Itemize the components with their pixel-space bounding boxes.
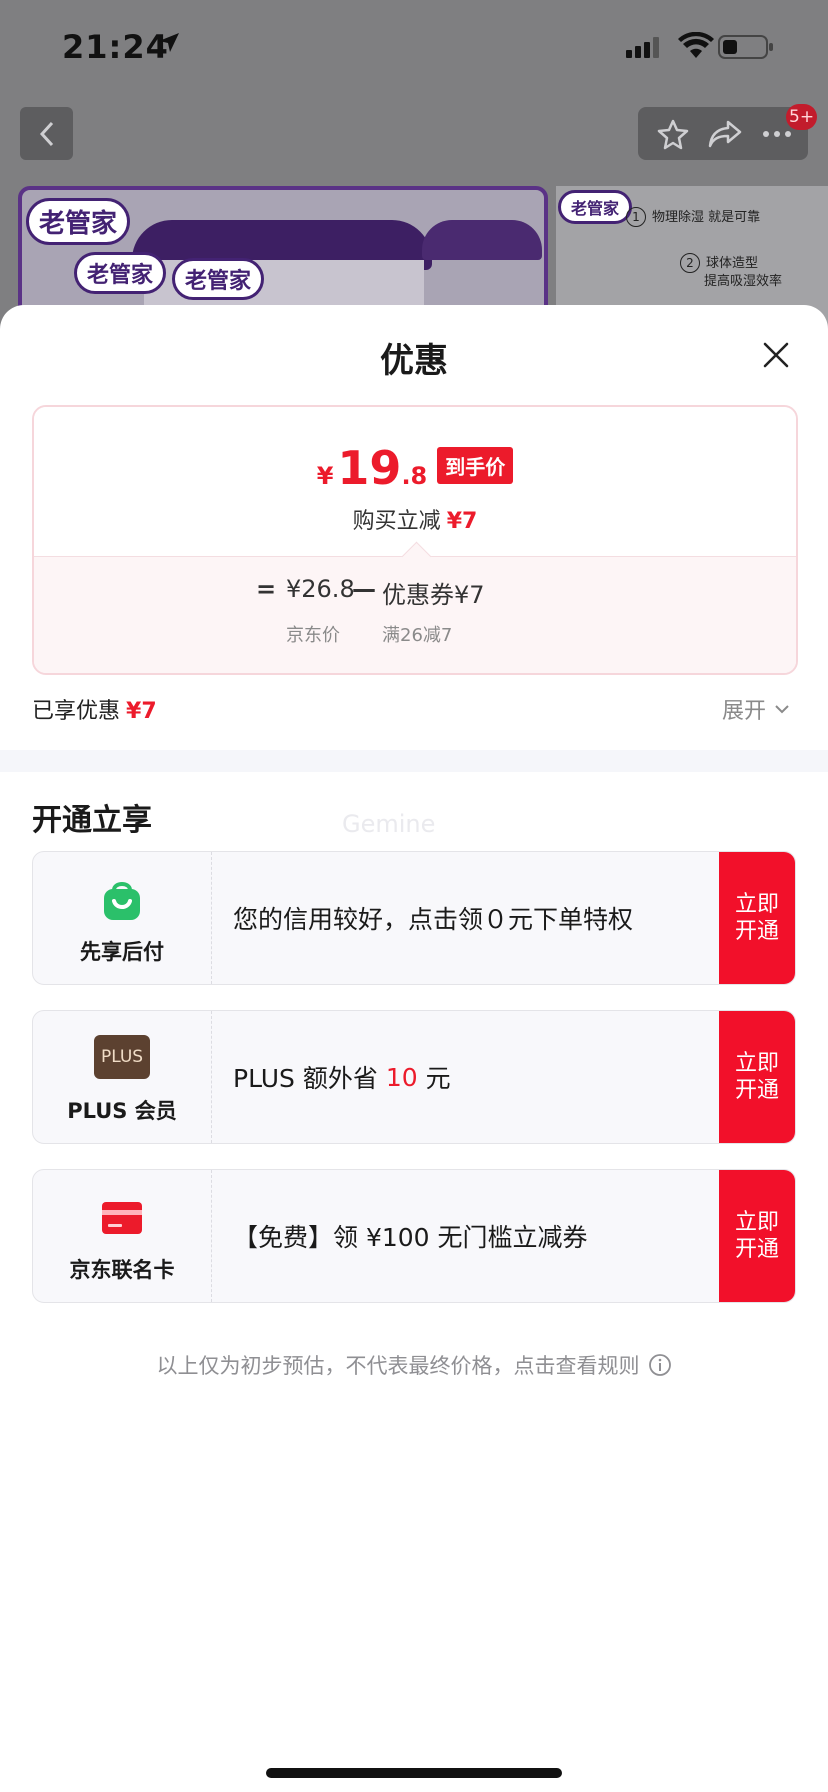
final-price-area: ¥ 19 .8 到手价 购买立减 ¥7 (34, 407, 796, 556)
final-price: ¥ 19 .8 到手价 (34, 441, 796, 495)
status-time: 21:24 (62, 28, 169, 66)
disclaimer-text: 以上仅为初步预估，不代表最终价格，点击查看规则 (156, 1354, 640, 1378)
offer-description: 您的信用较好，点击领０元下单特权 (233, 905, 634, 934)
section-title: 开通立享 (32, 803, 152, 838)
enjoyed-label: 已享优惠 (32, 699, 121, 724)
offer-description: 【免费】领 ¥100 无门槛立减券 (233, 1223, 588, 1252)
jd-price-label: 京东价 (286, 625, 340, 646)
offer-label: PLUS 会员 (67, 1099, 177, 1123)
offer-text-post: 元 (417, 1064, 451, 1093)
share-icon (708, 120, 741, 147)
offer-left-panel: 先享后付 (33, 852, 212, 984)
coupon-value: 优惠券¥7 (382, 581, 485, 609)
expand-toggle[interactable]: 展开 (722, 693, 790, 725)
reduction-label: 购买立减 (352, 509, 441, 534)
more-dots-icon (762, 130, 791, 137)
share-button[interactable] (698, 107, 751, 160)
watermark: Gemine (342, 810, 436, 838)
discount-sheet: 优惠 ¥ 19 .8 到手价 购买立减 ¥7 = ¥26.8 — 优惠券¥7 京东… (0, 305, 828, 1792)
offer-label: 先享后付 (80, 940, 164, 964)
offer-text-pre: PLUS 额外省 (233, 1064, 386, 1093)
favorite-button[interactable] (646, 107, 699, 160)
plus-badge-icon: PLUS (94, 1035, 150, 1079)
rules-disclaimer-link[interactable]: 以上仅为初步预估，不代表最终价格，点击查看规则 (0, 1350, 828, 1380)
activate-button[interactable]: 立即开通 (719, 1011, 795, 1143)
activate-button[interactable]: 立即开通 (719, 852, 795, 984)
status-bar: 21:24 (0, 0, 828, 90)
close-icon (763, 342, 789, 368)
price-breakdown-card: ¥ 19 .8 到手价 购买立减 ¥7 = ¥26.8 — 优惠券¥7 京东价 满… (32, 405, 798, 675)
offer-left-panel: 京东联名卡 (33, 1170, 212, 1302)
offer-left-panel: PLUS PLUS 会员 (33, 1011, 212, 1143)
offer-card-plus[interactable]: PLUS PLUS 会员 PLUS 额外省 10 元 立即开通 (32, 1010, 796, 1144)
final-price-tag: 到手价 (437, 447, 514, 484)
jd-price-value: ¥26.8 (286, 575, 355, 603)
brand-logo-small: 老管家 (558, 190, 633, 224)
price-formula-area: = ¥26.8 — 优惠券¥7 京东价 满26减7 (34, 541, 796, 673)
formula-equals: = (256, 575, 277, 603)
enjoyed-discount: 已享优惠 ¥7 (32, 693, 157, 725)
price-currency: ¥ (316, 462, 334, 490)
brand-logo-3: 老管家 (172, 258, 265, 300)
feature-2-detail: 提高吸湿效率 (704, 274, 783, 289)
battery-icon (718, 35, 773, 59)
offer-text-highlight: 10 (385, 1062, 418, 1092)
location-arrow-icon (159, 33, 179, 52)
enjoyed-value: ¥7 (126, 699, 157, 724)
credit-card-icon (102, 1202, 142, 1234)
sheet-title: 优惠 (380, 341, 448, 381)
purchase-reduction: 购买立减 ¥7 (34, 503, 796, 535)
offer-card-pay-later[interactable]: 先享后付 您的信用较好，点击领０元下单特权 立即开通 (32, 851, 796, 985)
chevron-down-icon (775, 705, 789, 714)
back-button[interactable] (20, 107, 73, 160)
background-product-page: 21:24 5+ 老管家 老管家 老管家 老管家 1 物理除湿 就是可靠 2 球体造… (0, 0, 828, 330)
brand-logo-2: 老管家 (74, 252, 167, 294)
chevron-left-icon (39, 121, 53, 146)
formula-minus: — (352, 575, 376, 603)
coupon-rule: 满26减7 (382, 625, 453, 646)
offer-description: PLUS 额外省 10 元 (233, 1011, 451, 1143)
price-integer: 19 (337, 441, 402, 495)
shopping-bag-smile-icon (104, 882, 140, 920)
close-button[interactable] (754, 333, 798, 377)
wifi-icon (678, 32, 714, 58)
activate-button-label: 立即开通 (734, 1051, 779, 1103)
star-icon (657, 119, 688, 149)
offer-card-co-brand-card[interactable]: 京东联名卡 【免费】领 ¥100 无门槛立减券 立即开通 (32, 1169, 796, 1303)
brand-logo: 老管家 (26, 198, 131, 245)
activate-button[interactable]: 立即开通 (719, 1170, 795, 1302)
reduction-value: ¥7 (446, 509, 478, 534)
info-icon (648, 1354, 671, 1376)
top-action-bar (638, 107, 808, 160)
product-lid-shape-2 (422, 220, 542, 260)
activate-button-label: 立即开通 (734, 892, 779, 944)
offer-label: 京东联名卡 (69, 1258, 175, 1282)
feature-1: 1 物理除湿 就是可靠 (626, 206, 760, 227)
home-indicator[interactable] (266, 1768, 562, 1778)
message-count-badge: 5+ (786, 104, 818, 130)
activate-button-label: 立即开通 (734, 1210, 779, 1262)
price-decimal: .8 (401, 462, 428, 490)
cellular-signal-icon (626, 37, 659, 58)
section-divider (0, 750, 828, 772)
expand-label: 展开 (722, 699, 767, 724)
